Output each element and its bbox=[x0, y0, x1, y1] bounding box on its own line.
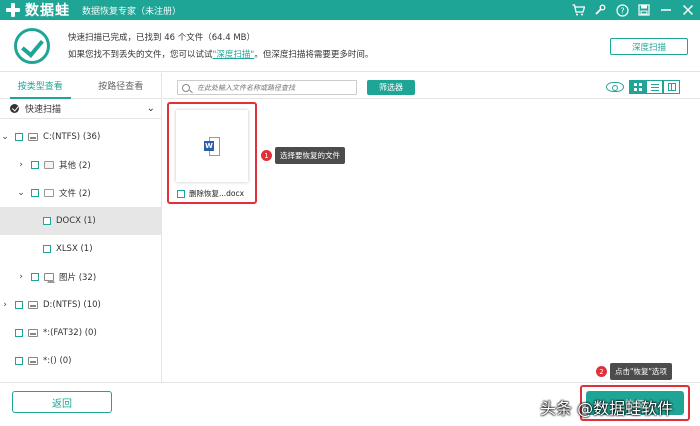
file-checkbox[interactable] bbox=[177, 189, 185, 198]
tab-by-type[interactable]: 按类型查看 bbox=[0, 73, 81, 99]
title-bar: 数据蛙 数据恢复专家（未注册） ? bbox=[0, 0, 700, 20]
search-input[interactable] bbox=[197, 83, 347, 92]
deep-scan-button[interactable]: 深度扫描 bbox=[610, 38, 688, 55]
drive-icon bbox=[28, 329, 38, 337]
checkbox[interactable] bbox=[15, 133, 23, 141]
help-icon[interactable]: ? bbox=[614, 2, 630, 18]
word-letter: W bbox=[204, 140, 214, 151]
tree-item-label: 文件 (2) bbox=[59, 189, 91, 199]
checkbox[interactable] bbox=[15, 357, 23, 365]
svg-text:?: ? bbox=[620, 6, 624, 15]
close-icon[interactable] bbox=[680, 2, 696, 18]
tree-item-label: 其他 (2) bbox=[59, 161, 91, 171]
deep-scan-hint: 如果您找不到丢失的文件，您可以试试"深度扫描"。但深度扫描将需要更多时间。 bbox=[68, 48, 373, 60]
scan-mode-label: 快速扫描 bbox=[25, 105, 62, 115]
logo-text: 数据蛙 bbox=[25, 3, 70, 19]
tooltip-text: 点击"恢复"选项 bbox=[610, 363, 672, 380]
drive-icon bbox=[28, 301, 38, 309]
step-number: 2 bbox=[596, 366, 607, 377]
expand-arrow-icon[interactable]: ⌄ bbox=[0, 132, 10, 142]
tree-item-xlsx[interactable]: XLSX (1) bbox=[0, 235, 161, 263]
checkbox[interactable] bbox=[31, 189, 39, 197]
checkbox[interactable] bbox=[15, 329, 23, 337]
step-number: 1 bbox=[261, 150, 272, 161]
image-icon bbox=[44, 273, 55, 283]
hint-suffix: 。但深度扫描将需要更多时间。 bbox=[254, 50, 374, 60]
tree-item-documents[interactable]: ⌄ 文件 (2) bbox=[0, 179, 161, 207]
tree-item-label: XLSX (1) bbox=[56, 244, 93, 254]
tree-item-label: 图片 (32) bbox=[59, 273, 97, 283]
eye-icon[interactable] bbox=[606, 82, 624, 92]
scan-mode-select[interactable]: 快速扫描 ⌄ bbox=[0, 99, 161, 119]
bottom-bar: 返回 恢复 头条 @数据蛙软件 bbox=[0, 382, 700, 426]
word-document-icon: W bbox=[204, 136, 220, 156]
tree-item-unknown-drive[interactable]: *:() (0) bbox=[0, 347, 161, 375]
chevron-down-icon: ⌄ bbox=[146, 103, 155, 114]
filter-button[interactable]: 筛选器 bbox=[367, 80, 415, 95]
step-2-tooltip: 2 点击"恢复"选项 bbox=[596, 363, 672, 380]
deep-scan-link[interactable]: "深度扫描" bbox=[213, 50, 255, 60]
minimize-icon[interactable] bbox=[658, 2, 674, 18]
checkbox[interactable] bbox=[31, 161, 39, 169]
tooltip-text: 选择要恢复的文件 bbox=[275, 147, 345, 164]
scan-result-text: 快速扫描已完成，已找到 46 个文件（64.4 MB） bbox=[68, 33, 256, 43]
file-card[interactable]: W 删除恢复...docx bbox=[167, 102, 257, 204]
tree-item-other[interactable]: › 其他 (2) bbox=[0, 151, 161, 179]
step-1-tooltip: 1 选择要恢复的文件 bbox=[261, 147, 345, 164]
file-name: 删除恢复...docx bbox=[189, 189, 245, 198]
drive-icon bbox=[28, 133, 38, 141]
expand-arrow-icon[interactable]: ⌄ bbox=[16, 188, 26, 198]
tab-by-path[interactable]: 按路径查看 bbox=[81, 73, 162, 98]
app-subtitle: 数据恢复专家（未注册） bbox=[82, 6, 182, 17]
grid-icon bbox=[633, 83, 642, 91]
list-view-button[interactable] bbox=[646, 80, 663, 94]
expand-arrow-icon[interactable]: › bbox=[16, 272, 26, 282]
detail-icon bbox=[667, 83, 676, 91]
file-thumbnail[interactable]: W bbox=[176, 110, 248, 182]
scan-status-panel: 快速扫描已完成，已找到 46 个文件（64.4 MB） 如果您找不到丢失的文件，… bbox=[0, 20, 700, 72]
tree-item-label: C:(NTFS) (36) bbox=[43, 132, 101, 142]
plus-logo-icon bbox=[6, 3, 20, 17]
expand-arrow-icon[interactable]: › bbox=[16, 160, 26, 170]
wrench-icon[interactable] bbox=[592, 2, 608, 18]
checkbox[interactable] bbox=[43, 217, 51, 225]
app-logo: 数据蛙 bbox=[6, 0, 70, 20]
check-dot-icon bbox=[10, 104, 19, 113]
watermark: 头条 @数据蛙软件 bbox=[540, 399, 674, 418]
search-box[interactable] bbox=[177, 80, 357, 95]
content-toolbar: 筛选器 bbox=[163, 73, 700, 99]
tree-item-fat32-drive[interactable]: *:(FAT32) (0) bbox=[0, 319, 161, 347]
list-icon bbox=[650, 83, 659, 91]
hint-prefix: 如果您找不到丢失的文件，您可以试试 bbox=[68, 50, 213, 60]
tree-item-label: DOCX (1) bbox=[56, 216, 96, 226]
back-button[interactable]: 返回 bbox=[12, 391, 112, 413]
tree-item-label: D:(NTFS) (10) bbox=[43, 300, 101, 310]
checkbox[interactable] bbox=[15, 301, 23, 309]
grid-view-button[interactable] bbox=[629, 80, 646, 94]
view-tabs: 按类型查看 按路径查看 bbox=[0, 73, 161, 99]
search-icon bbox=[182, 83, 190, 92]
drive-icon bbox=[28, 357, 38, 365]
title-icons: ? bbox=[570, 2, 696, 18]
file-label: 删除恢复...docx bbox=[177, 188, 244, 199]
tree-item-d-drive[interactable]: › D:(NTFS) (10) bbox=[0, 291, 161, 319]
cart-icon[interactable] bbox=[570, 2, 586, 18]
tree-item-c-drive[interactable]: ⌄ C:(NTFS) (36) bbox=[0, 123, 161, 151]
save-icon[interactable] bbox=[636, 2, 652, 18]
file-grid: W 删除恢复...docx 1 选择要恢复的文件 2 点击"恢复"选项 bbox=[163, 100, 700, 382]
folder-icon bbox=[44, 161, 54, 169]
check-circle-icon bbox=[14, 28, 50, 64]
expand-arrow-icon[interactable]: › bbox=[0, 300, 10, 310]
tree-item-label: *:(FAT32) (0) bbox=[43, 328, 97, 338]
sidebar: 按类型查看 按路径查看 快速扫描 ⌄ ⌄ C:(NTFS) (36) › 其他 … bbox=[0, 73, 162, 382]
view-mode-switch bbox=[629, 80, 680, 94]
tree-item-images[interactable]: › 图片 (32) bbox=[0, 263, 161, 291]
document-folder-icon bbox=[44, 189, 54, 197]
checkbox[interactable] bbox=[31, 273, 39, 281]
checkbox[interactable] bbox=[43, 245, 51, 253]
detail-view-button[interactable] bbox=[663, 80, 680, 94]
tree-item-docx[interactable]: DOCX (1) bbox=[0, 207, 161, 235]
tree-item-label: *:() (0) bbox=[43, 356, 72, 366]
